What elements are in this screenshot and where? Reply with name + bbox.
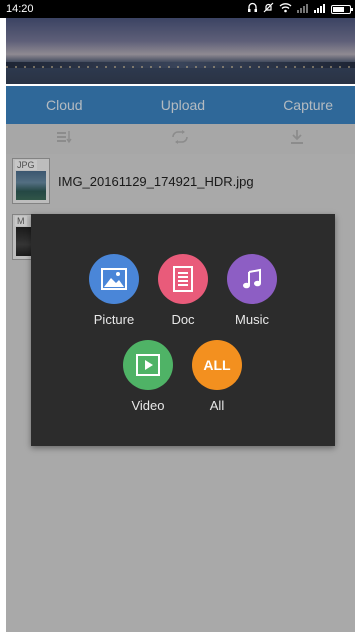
picture-icon (89, 254, 139, 304)
status-time: 14:20 (6, 3, 34, 15)
signal-weak-icon (297, 3, 309, 16)
doc-label: Doc (171, 312, 195, 327)
music-label: Music (235, 312, 269, 327)
video-option[interactable]: Video (113, 340, 183, 413)
battery-icon (331, 4, 353, 14)
picture-label: Picture (93, 312, 135, 327)
video-label: Video (131, 398, 165, 413)
all-option[interactable]: ALL All (182, 340, 252, 413)
all-icon-text: ALL (203, 357, 231, 373)
wifi-icon (279, 2, 292, 16)
status-bar: 14:20 (0, 0, 355, 18)
mute-icon (263, 2, 274, 16)
signal-icon (314, 3, 326, 16)
file-type-picker-dialog: Picture Doc Music Video ALL All (31, 214, 335, 446)
all-icon: ALL (192, 340, 242, 390)
status-icons (247, 2, 353, 16)
music-option[interactable]: Music (217, 254, 287, 327)
headset-icon (247, 2, 258, 16)
doc-icon (158, 254, 208, 304)
music-icon (227, 254, 277, 304)
picture-option[interactable]: Picture (79, 254, 149, 327)
doc-option[interactable]: Doc (148, 254, 218, 327)
header-banner-image (6, 18, 355, 84)
video-icon (123, 340, 173, 390)
all-label: All (209, 398, 225, 413)
